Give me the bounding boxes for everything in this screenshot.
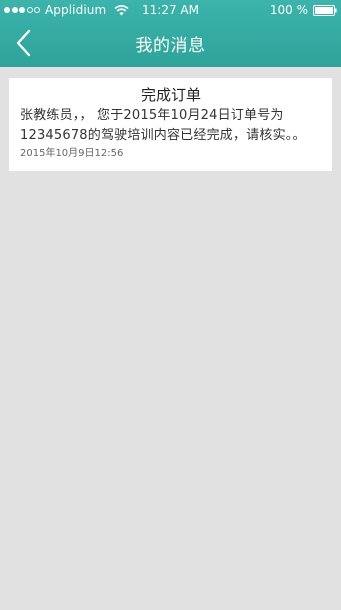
page-title: 我的消息 — [135, 36, 206, 56]
battery-icon — [313, 4, 337, 16]
message-card[interactable]: 完成订单 张教练员，， 您于2015年10月24日订单号为12345678的驾驶… — [9, 78, 332, 171]
status-bar: Applidium 11:27 AM 100 % — [0, 0, 341, 20]
navigation-bar: 我的消息 — [0, 20, 341, 67]
message-body: 张教练员，， 您于2015年10月24日订单号为12345678的驾驶培训内容已… — [20, 108, 306, 143]
status-right: 100 % — [270, 3, 337, 17]
message-title: 完成订单 — [140, 86, 201, 104]
message-timestamp: 2015年10月9日12:56 — [20, 148, 124, 159]
battery-percent: 100 % — [269, 3, 308, 17]
app-header: Applidium 11:27 AM 100 % 我的消息 — [0, 0, 341, 67]
